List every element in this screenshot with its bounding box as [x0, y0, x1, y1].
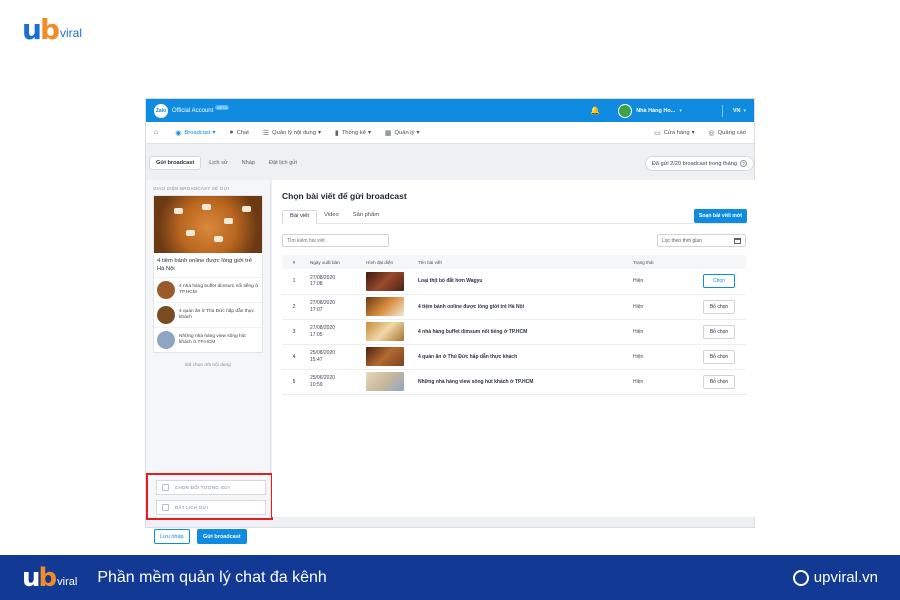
tab-articles[interactable]: Bài viết	[282, 210, 318, 224]
chevron-down-icon[interactable]: ▾	[679, 108, 682, 114]
articles-table: # Ngày xuất bản Hình đại diện Tên bài vi…	[282, 255, 746, 395]
logo-mark: ub	[22, 13, 60, 46]
logo-text: viral	[59, 26, 82, 40]
quota-badge: Đã gửi 2/20 broadcast trong tháng ?	[644, 156, 754, 171]
table-row: 4 25/08/2020 15:47 4 quán ăn ở Thủ Đức hấ…	[282, 344, 746, 370]
list-item: Những nhà hàng view sông hút khách ở TP.…	[154, 327, 262, 352]
main-nav: ⌂ ◉ Broadcast ▾ ● Chat ☰ Quản lý nội dung ▾ ▮…	[146, 122, 754, 144]
broadcast-preview-panel: GIAO DIỆN BROADCAST SẼ GỬI 4 tiệm bánh o…	[146, 180, 273, 520]
preview-card: 4 tiệm bánh online được lòng giới trẻ Hà…	[153, 195, 263, 353]
top-bar: Zalo Official Account BETA 🔔 Nhà Hàng Ho…	[146, 99, 754, 122]
chevron-down-icon: ▾	[367, 129, 371, 136]
hero-title: 4 tiệm bánh online được lòng giới trẻ Hà…	[157, 258, 252, 272]
calendar-icon	[734, 237, 741, 244]
tab-history[interactable]: Lịch sử	[203, 157, 233, 169]
nav-manage[interactable]: ▦ Quản lý ▾	[385, 129, 420, 137]
article-thumbnail	[366, 372, 404, 391]
table-row: 3 27/08/2020 17:05 4 nhà hàng buffet dims…	[282, 319, 746, 345]
deselect-button[interactable]: Bỏ chọn	[703, 349, 735, 364]
item-thumbnail	[157, 281, 175, 299]
nav-broadcast[interactable]: ◉ Broadcast ▾	[175, 129, 215, 137]
date-filter[interactable]: Lọc theo thời gian	[657, 234, 746, 247]
oa-title: Official Account	[172, 107, 214, 114]
list-item: 4 nhà hàng buffet dimsum nổi tiếng ở TP.…	[154, 277, 262, 302]
table-header: # Ngày xuất bản Hình đại diện Tên bài vi…	[282, 255, 746, 269]
help-icon[interactable]: ?	[740, 160, 747, 167]
article-thumbnail	[366, 322, 404, 341]
website-link[interactable]: upviral.vn	[814, 569, 878, 586]
item-thumbnail	[157, 306, 175, 324]
chevron-down-icon: ▾	[317, 129, 321, 136]
zalo-logo[interactable]: Zalo	[154, 103, 168, 118]
deselect-button[interactable]: Bỏ chọn	[703, 299, 735, 314]
list-item: 4 quán ăn ở Thủ Đức hấp dẫn thực khách	[154, 302, 262, 327]
page-name[interactable]: Nhà Hàng Ho...	[636, 108, 675, 114]
beta-badge: BETA	[215, 105, 230, 110]
broadcast-subtabs: Gửi broadcast Lịch sử Nháp Đặt lịch gửi	[149, 156, 305, 170]
stats-icon: ▮	[334, 129, 339, 137]
upviral-logo: ub viral	[22, 565, 77, 591]
logo-text: viral	[57, 575, 78, 588]
avatar[interactable]	[618, 103, 633, 118]
hero-image	[154, 196, 262, 253]
send-broadcast-button[interactable]: Gửi broadcast	[197, 529, 247, 544]
save-draft-button[interactable]: Lưu nháp	[154, 529, 190, 544]
tab-schedule[interactable]: Đặt lịch gửi	[263, 157, 303, 169]
deselect-button[interactable]: Bỏ chọn	[703, 324, 735, 339]
home-icon: ⌂	[154, 129, 159, 136]
panel-title: Chọn bài viết để gửi broadcast	[282, 191, 407, 201]
zalo-oa-window: Zalo Official Account BETA 🔔 Nhà Hàng Ho…	[145, 98, 755, 544]
item-thumbnail	[157, 331, 175, 349]
bell-icon[interactable]: 🔔	[590, 106, 600, 115]
highlight-frame	[146, 473, 273, 520]
upviral-logo: ub viral	[22, 16, 82, 44]
logo-mark: ub	[22, 562, 57, 593]
footer-banner: ub viral Phần mềm quản lý chat đa kênh u…	[0, 555, 900, 600]
select-button[interactable]: Chọn	[703, 274, 735, 289]
nav-content[interactable]: ☰ Quản lý nội dung ▾	[263, 129, 321, 137]
deselect-button[interactable]: Bỏ chọn	[703, 374, 735, 389]
nav-store[interactable]: ▭ Cửa hàng ▾	[654, 129, 694, 137]
nav-chat[interactable]: ● Chat	[229, 129, 248, 136]
table-row: 1 27/08/2020 17:08 Loại thịt bò đắt hơn W…	[282, 269, 746, 295]
preview-heading: GIAO DIỆN BROADCAST SẼ GỬI	[153, 186, 230, 191]
chevron-down-icon: ▾	[416, 129, 420, 136]
store-icon: ▭	[654, 129, 661, 137]
selected-count: Đã chọn 4/5 nội dung	[185, 363, 231, 368]
new-article-button[interactable]: Soạn bài viết mới	[693, 209, 747, 223]
article-thumbnail	[366, 271, 404, 291]
globe-icon	[792, 569, 809, 586]
tab-products[interactable]: Sản phẩm	[346, 210, 386, 224]
nav-stats[interactable]: ▮ Thống kê ▾	[335, 129, 371, 137]
tab-video[interactable]: Video	[317, 210, 346, 224]
list-icon: ☰	[262, 129, 270, 137]
slogan: Phần mềm quản lý chat đa kênh	[97, 568, 327, 586]
tab-send-broadcast[interactable]: Gửi broadcast	[149, 156, 202, 170]
chevron-down-icon: ▾	[691, 129, 695, 136]
chevron-down-icon: ▾	[212, 129, 216, 136]
article-picker-panel: Chọn bài viết để gửi broadcast Bài viết …	[272, 180, 755, 517]
tab-draft[interactable]: Nháp	[236, 157, 261, 169]
nav-home[interactable]: ⌂	[154, 129, 161, 136]
nav-ads[interactable]: ◎ Quảng cáo	[709, 129, 746, 137]
language-selector[interactable]: VN	[733, 108, 741, 114]
chat-icon: ●	[229, 129, 234, 136]
table-row: 2 27/08/2020 17:07 4 tiệm bánh online đượ…	[282, 294, 746, 320]
search-input[interactable]	[282, 234, 389, 247]
ads-icon: ◎	[708, 129, 715, 137]
article-thumbnail	[366, 297, 404, 316]
article-thumbnail	[366, 347, 404, 366]
chevron-down-icon[interactable]: ▾	[743, 108, 746, 114]
content-type-tabs: Bài viết Video Sản phẩm	[282, 210, 746, 224]
broadcast-icon: ◉	[175, 129, 182, 137]
table-row: 5 25/06/2020 10:59 Những nhà hàng view sô…	[282, 369, 746, 395]
grid-icon: ▦	[384, 129, 392, 137]
